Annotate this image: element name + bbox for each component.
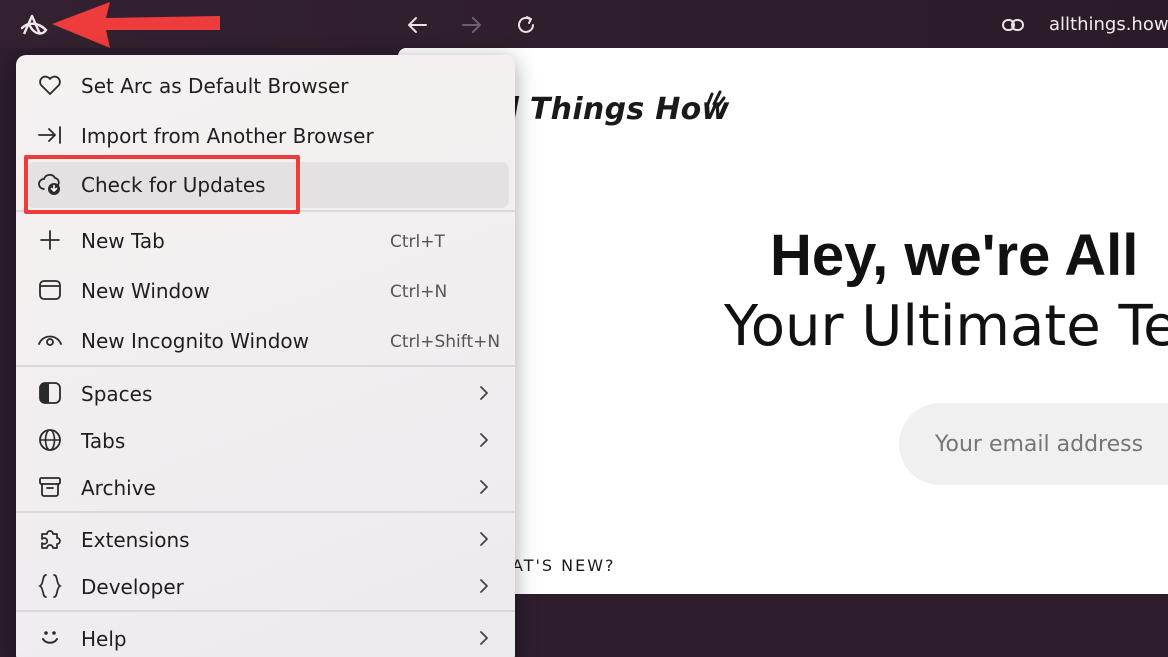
heart-icon — [37, 72, 63, 98]
menu-item-label: New Incognito Window — [81, 329, 310, 353]
annotation-arrow — [48, 0, 228, 52]
menu-separator — [16, 511, 515, 513]
menu-item-extensions[interactable]: Extensions — [16, 515, 515, 563]
menu-item-set-default[interactable]: Set Arc as Default Browser — [16, 61, 515, 109]
menu-item-label: Import from Another Browser — [81, 124, 374, 148]
incognito-eye-icon — [37, 327, 63, 353]
menu-item-archive[interactable]: Archive — [16, 463, 515, 511]
hero-subheading: Your Ultimate Te — [724, 294, 1168, 359]
arrow-left-icon — [408, 17, 427, 33]
reload-icon — [518, 16, 534, 33]
annotation-highlight-box — [24, 155, 300, 214]
reload-button[interactable] — [513, 12, 539, 38]
forward-button[interactable] — [459, 12, 485, 38]
menu-item-label: Tabs — [81, 429, 126, 453]
menu-item-shortcut: Ctrl+N — [390, 282, 448, 302]
chevron-right-icon — [476, 478, 492, 496]
arrow-right-icon — [462, 17, 481, 33]
plus-icon — [37, 227, 63, 253]
menu-item-shortcut: Ctrl+Shift+N — [390, 332, 501, 352]
link-icon[interactable] — [1000, 13, 1026, 37]
smile-icon — [37, 625, 63, 651]
menu-item-label: Help — [81, 627, 127, 651]
menu-item-label: Set Arc as Default Browser — [81, 74, 349, 98]
arc-logo-icon[interactable] — [20, 12, 50, 38]
chevron-right-icon — [476, 530, 492, 548]
menu-separator — [16, 610, 515, 612]
window-icon — [37, 277, 63, 303]
menu-separator — [16, 365, 515, 367]
email-field[interactable] — [899, 403, 1168, 485]
logo-spark-icon — [704, 88, 726, 108]
menu-item-label: Developer — [81, 575, 184, 599]
chevron-right-icon — [476, 431, 492, 449]
whats-new-heading: AT'S NEW? — [512, 556, 616, 575]
menu-item-tabs[interactable]: Tabs — [16, 416, 515, 464]
import-icon — [37, 122, 63, 148]
menu-item-new-tab[interactable]: New Tab Ctrl+T — [16, 216, 515, 264]
chevron-right-icon — [476, 577, 492, 595]
menu-item-new-incognito[interactable]: New Incognito Window Ctrl+Shift+N — [16, 316, 515, 364]
menu-item-label: New Tab — [81, 229, 165, 253]
menu-item-label: New Window — [81, 279, 210, 303]
menu-item-label: Archive — [81, 476, 156, 500]
arc-main-menu: Set Arc as Default Browser Import from A… — [16, 55, 515, 657]
menu-item-help[interactable]: Help — [16, 614, 515, 657]
spaces-icon — [37, 380, 63, 406]
menu-item-shortcut: Ctrl+T — [390, 232, 445, 252]
menu-item-new-window[interactable]: New Window Ctrl+N — [16, 266, 515, 314]
chevron-right-icon — [476, 629, 492, 647]
hero-heading: Hey, we're All — [770, 223, 1139, 288]
menu-item-label: Spaces — [81, 382, 153, 406]
archive-icon — [37, 474, 63, 500]
menu-item-developer[interactable]: Developer — [16, 562, 515, 610]
site-logo[interactable]: ll Things How — [498, 92, 730, 127]
braces-icon — [37, 573, 63, 599]
puzzle-icon — [37, 526, 63, 552]
chevron-right-icon — [476, 384, 492, 402]
menu-item-label: Extensions — [81, 528, 190, 552]
menu-item-import[interactable]: Import from Another Browser — [16, 111, 515, 159]
globe-icon — [37, 427, 63, 453]
menu-item-spaces[interactable]: Spaces — [16, 369, 515, 417]
url-display[interactable]: allthings.how — [1049, 14, 1168, 35]
back-button[interactable] — [404, 12, 430, 38]
